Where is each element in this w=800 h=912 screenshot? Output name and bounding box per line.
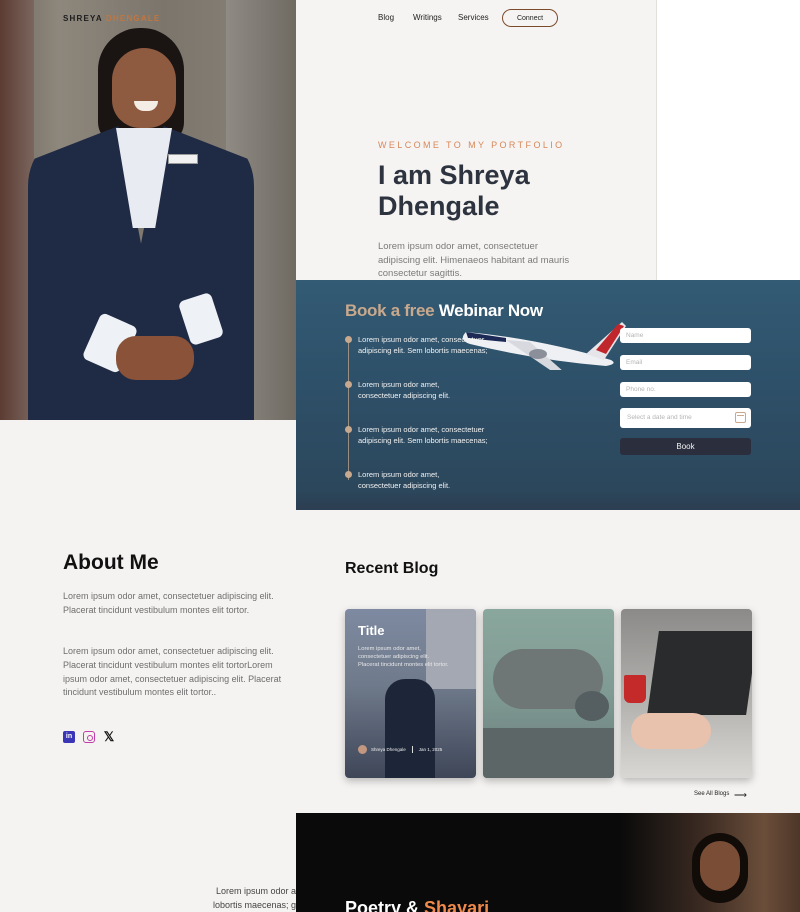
poetry-title-main: Poetry & [345,898,420,912]
card-title: Title [358,623,385,638]
poetry-text-line: Lorem ipsum odor a [215,886,296,896]
timeline-dot [345,426,352,433]
phone-field[interactable] [620,382,751,397]
brand-first: SHREYA [63,14,103,23]
date-time-picker[interactable]: Select a date and time [620,408,751,428]
timeline-dot [345,471,352,478]
photo-name-badge [168,154,198,164]
hero-description: Lorem ipsum odor amet, consectetuer adip… [378,241,570,279]
webinar-section: Book a free Webinar Now Lorem ipsum odor… [296,280,800,510]
photo-person-hands [116,336,194,380]
card-excerpt: Lorem ipsum odor amet, consectetuer adip… [358,646,449,668]
author-avatar [358,744,367,754]
poetry-person-face [700,841,740,891]
webinar-point: Lorem ipsum odor amet, consectetuer adip… [358,425,488,445]
card-tarmac-image [483,728,614,778]
card-engine-image [575,691,609,721]
card-author: Shreya Dhengale [371,746,406,752]
hero-photo: SHREYA DHENGALE [0,0,296,420]
card-meta: Shreya Dhengale Jan 1, 2025 [358,744,442,754]
book-button[interactable]: Book [620,438,751,455]
timeline-dot [345,336,352,343]
hero-section: WELCOME TO MY PORTFOLIO I am Shreya Dhen… [296,0,656,280]
hero-title: I am Shreya Dhengale [378,160,530,221]
connect-button[interactable]: Connect [502,9,558,27]
x-icon[interactable]: 𝕏 [103,730,115,743]
meta-divider [411,745,413,753]
instagram-icon[interactable] [83,731,95,743]
poetry-text-line: lobortis maecenas; g [212,900,296,910]
card-date: Jan 1, 2025 [418,746,443,752]
poetry-description: Lorem ipsum odor a lobortis maecenas; g [202,884,296,912]
card-hand-image [631,713,711,749]
nav-blog[interactable]: Blog [378,13,394,22]
brand-second: DHENGALE [105,14,161,23]
poetry-title: Poetry & Shayari [345,898,489,912]
blog-card[interactable]: Title Lorem ipsum odor amet, consectetue… [345,609,476,778]
see-all-blogs-link[interactable]: See All Blogs [694,791,729,797]
webinar-title-accent: Book a free [345,301,435,320]
name-field[interactable] [620,328,751,343]
webinar-point: Lorem ipsum odor amet, consectetuer adip… [358,335,488,355]
arrow-right-icon[interactable]: ⟶ [734,790,747,801]
webinar-title: Book a free Webinar Now [345,301,543,321]
about-paragraph: Lorem ipsum odor amet, consectetuer adip… [63,646,282,698]
photo-person-face [112,48,176,128]
blog-card[interactable] [621,609,752,778]
webinar-point: Lorem ipsum odor amet, consectetuer adip… [358,380,451,400]
webinar-bottom-fade [296,490,800,510]
card-person-image [385,679,435,778]
poetry-title-accent: Shayari [424,898,490,912]
webinar-title-main: Webinar Now [438,301,543,320]
webinar-point: Lorem ipsum odor amet, consectetuer adip… [358,470,451,490]
linkedin-icon[interactable]: in [63,731,75,743]
nav-services[interactable]: Services [458,13,489,22]
blog-card[interactable] [483,609,614,778]
about-paragraph: Lorem ipsum odor amet, consectetuer adip… [63,591,274,615]
hero-eyebrow: WELCOME TO MY PORTFOLIO [378,140,565,150]
timeline-dot [345,381,352,388]
card-cup-image [624,675,646,703]
timeline-line [348,340,349,480]
nav-writings[interactable]: Writings [413,13,442,22]
card-laptop-image [647,631,752,715]
hero-right-panel [657,0,800,280]
blog-title: Recent Blog [345,560,439,577]
calendar-icon[interactable] [735,412,746,423]
poetry-section: Poetry & Shayari [296,813,800,912]
about-title: About Me [63,551,159,574]
brand-logo[interactable]: SHREYA DHENGALE [63,14,160,23]
top-nav: Blog Writings Services Connect [296,0,656,40]
email-field[interactable] [620,355,751,370]
date-time-placeholder: Select a date and time [627,414,692,421]
